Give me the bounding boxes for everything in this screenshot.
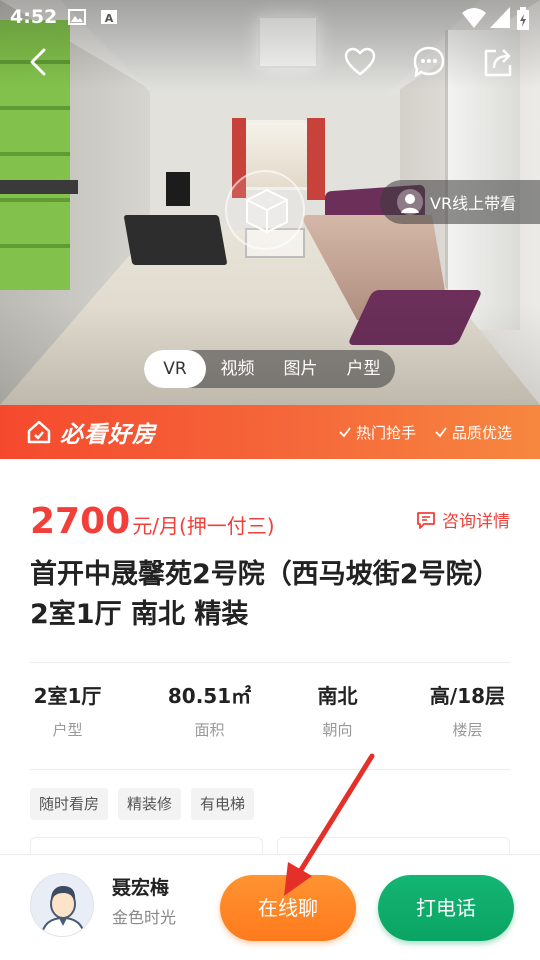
heart-icon[interactable] <box>342 44 378 80</box>
agent-avatar-icon <box>397 189 423 215</box>
agent-title: 金色时光 <box>112 908 177 927</box>
rent-price-unit: 元/月(押一付三) <box>132 514 275 538</box>
listing-stats: 2室1厅 户型 80.51㎡ 面积 南北 朝向 高/18层 楼层 <box>0 681 540 759</box>
status-time: 4:52 <box>10 6 58 28</box>
rent-price: 2700 <box>30 501 131 542</box>
battery-icon <box>517 7 529 30</box>
wifi-icon <box>462 8 486 28</box>
stat-label: 户型 <box>52 721 83 739</box>
stat-label: 朝向 <box>322 721 353 739</box>
check-icon <box>339 427 351 438</box>
price-row: 2700 元/月(押一付三) 咨询详情 <box>30 501 510 545</box>
stat-layout: 2室1厅 户型 <box>0 681 135 740</box>
media-tabs: VR 视频 图片 户型 <box>144 350 395 388</box>
agent-name: 聂宏梅 <box>112 877 170 899</box>
svg-text:A: A <box>105 12 114 25</box>
stat-value: 80.51㎡ <box>167 684 252 708</box>
feature-chips: 随时看房 精装修 有电梯 <box>30 788 255 820</box>
must-see-banner: 必看好房 热门抢手 品质优选 <box>0 405 540 459</box>
call-button[interactable]: 打电话 <box>378 875 514 941</box>
agent-avatar-icon <box>31 874 93 936</box>
feature-chip: 有电梯 <box>191 788 255 820</box>
stat-label: 楼层 <box>452 721 483 739</box>
consult-label: 咨询详情 <box>442 512 510 532</box>
gallery-icon <box>68 9 86 25</box>
check-icon <box>435 427 447 438</box>
banner-tag-label: 品质优选 <box>451 423 512 442</box>
feature-chip: 精装修 <box>118 788 182 820</box>
online-chat-button[interactable]: 在线聊 <box>220 875 356 941</box>
divider <box>30 769 510 770</box>
stat-floor: 高/18层 楼层 <box>400 681 535 740</box>
bottom-action-bar: 聂宏梅 金色时光 在线聊 打电话 <box>0 854 540 960</box>
listing-details: 2700 元/月(押一付三) 咨询详情 首开中晟馨苑2号院（西马坡街2号院） 2室… <box>0 459 540 867</box>
vr-guide-button[interactable]: VR线上带看 <box>380 180 540 224</box>
tab-vr[interactable]: VR <box>144 350 206 388</box>
tab-video[interactable]: 视频 <box>206 350 269 388</box>
banner-title: 必看好房 <box>60 422 156 448</box>
banner-tag-label: 热门抢手 <box>355 423 416 442</box>
share-icon[interactable] <box>480 44 516 80</box>
consult-icon <box>417 511 435 529</box>
consult-details-button[interactable]: 咨询详情 <box>416 507 510 532</box>
banner-tags: 热门抢手 品质优选 <box>338 422 512 443</box>
stat-label: 面积 <box>194 721 225 739</box>
a-icon: A <box>101 10 117 25</box>
tab-photos[interactable]: 图片 <box>269 350 332 388</box>
stat-value: 南北 <box>317 684 358 708</box>
back-icon[interactable] <box>22 44 58 80</box>
house-check-icon <box>27 420 51 444</box>
signal-icon <box>490 7 510 28</box>
stat-area: 80.51㎡ 面积 <box>142 681 277 740</box>
divider <box>30 662 510 663</box>
stat-orientation: 南北 朝向 <box>270 681 405 740</box>
stat-value: 高/18层 <box>429 684 506 708</box>
listing-title: 首开中晟馨苑2号院（西马坡街2号院） 2室1厅 南北 精装 <box>30 559 500 630</box>
tab-floorplan[interactable]: 户型 <box>332 350 395 388</box>
status-bar: 4:52 A <box>0 0 540 36</box>
banner-tag: 热门抢手 <box>338 422 416 443</box>
stat-value: 2室1厅 <box>33 684 102 708</box>
message-icon[interactable] <box>411 44 447 80</box>
banner-tag: 品质优选 <box>434 422 512 443</box>
agent-avatar[interactable] <box>30 873 94 937</box>
vr-cube-icon[interactable] <box>225 170 305 250</box>
feature-chip: 随时看房 <box>30 788 109 820</box>
vr-guide-label: VR线上带看 <box>430 194 517 213</box>
